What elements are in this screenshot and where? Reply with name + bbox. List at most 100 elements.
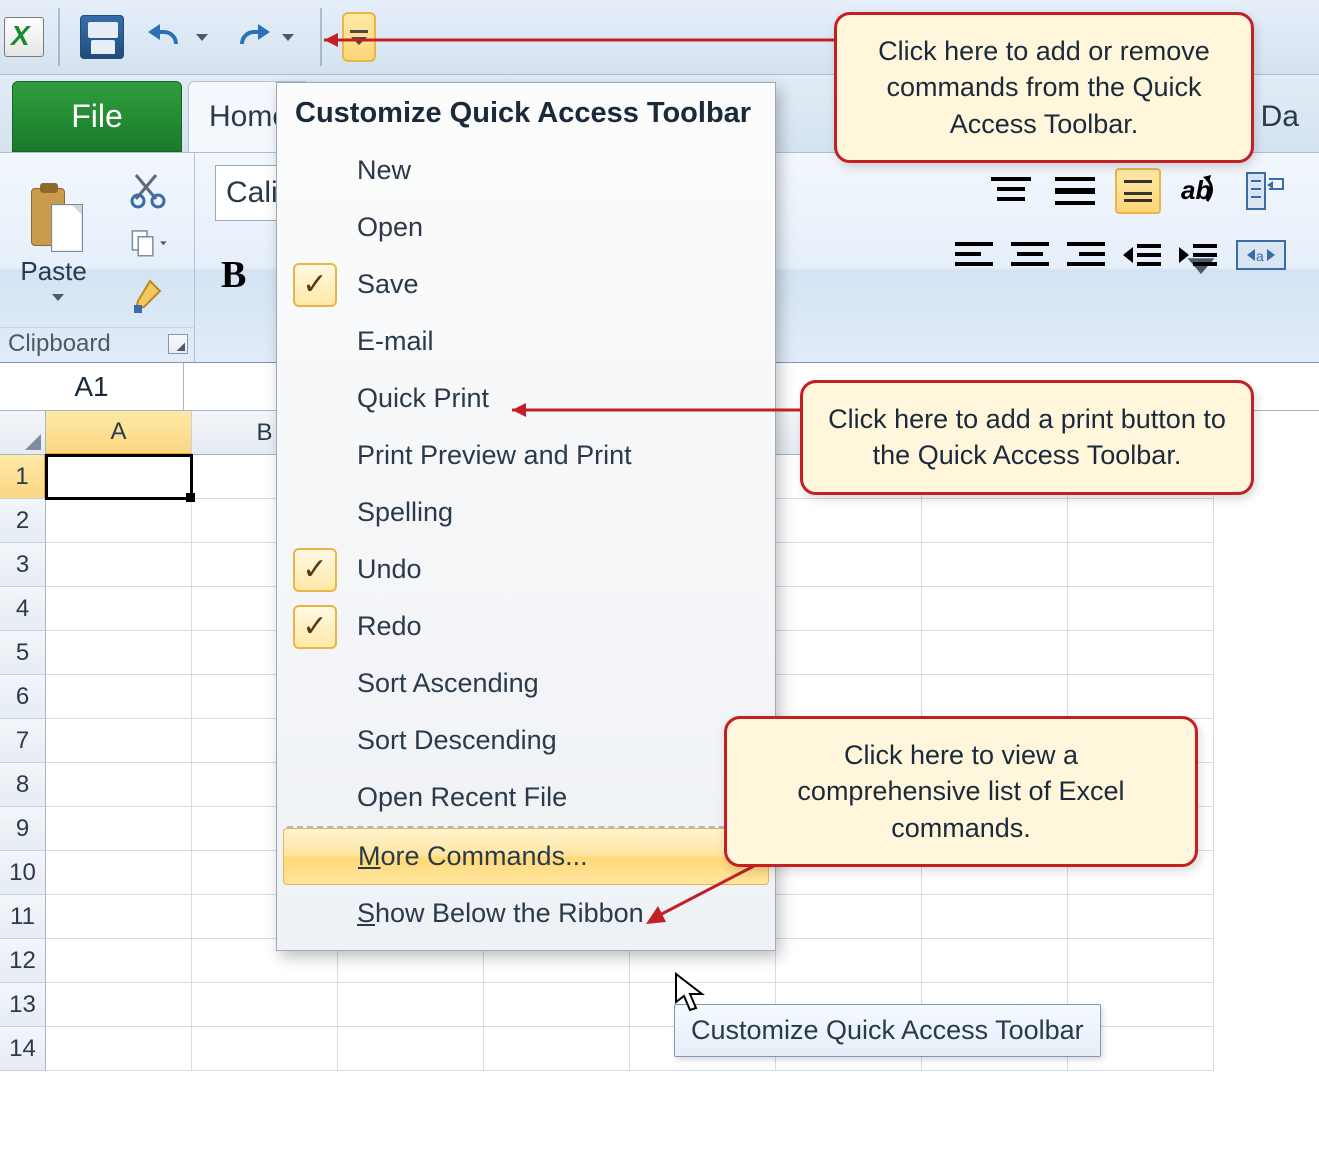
align-bottom-button-active[interactable] (1115, 168, 1161, 214)
cell[interactable] (192, 983, 338, 1027)
cut-button[interactable] (128, 169, 168, 209)
dropdown-item[interactable]: Print Preview and Print (277, 427, 775, 484)
dropdown-item[interactable]: ✓Redo (277, 598, 775, 655)
row-header[interactable]: 12 (0, 939, 46, 983)
cell[interactable] (46, 939, 192, 983)
cell[interactable] (1068, 675, 1214, 719)
row-header[interactable]: 8 (0, 763, 46, 807)
dialog-launcher-icon[interactable] (168, 334, 188, 354)
cell[interactable] (776, 587, 922, 631)
increase-indent-button[interactable] (1177, 238, 1219, 272)
cell[interactable] (922, 675, 1068, 719)
align-right-button[interactable] (1065, 238, 1107, 272)
cell[interactable] (46, 675, 192, 719)
cell[interactable] (46, 983, 192, 1027)
qat-undo-button[interactable] (140, 18, 216, 56)
name-box[interactable]: A1 (0, 363, 184, 410)
cell[interactable] (338, 1027, 484, 1071)
cell[interactable] (46, 895, 192, 939)
row-header[interactable]: 14 (0, 1027, 46, 1071)
qat-save-button[interactable] (74, 11, 130, 63)
cell[interactable] (46, 455, 192, 499)
dropdown-item[interactable]: Sort Descending (277, 712, 775, 769)
align-left-button[interactable] (953, 238, 995, 272)
bar-icon (350, 30, 368, 33)
dropdown-title: Customize Quick Access Toolbar (277, 83, 775, 142)
row-header[interactable]: 13 (0, 983, 46, 1027)
dropdown-item[interactable]: Spelling (277, 484, 775, 541)
paste-icon (25, 182, 83, 252)
file-tab[interactable]: File (12, 81, 182, 152)
check-icon: ✓ (293, 263, 337, 307)
cell[interactable] (1068, 631, 1214, 675)
row-header[interactable]: 3 (0, 543, 46, 587)
cell[interactable] (46, 807, 192, 851)
format-painter-button[interactable] (128, 277, 168, 317)
row-header[interactable]: 2 (0, 499, 46, 543)
select-all-corner[interactable] (0, 411, 46, 455)
check-icon: ✓ (293, 605, 337, 649)
row-header[interactable]: 7 (0, 719, 46, 763)
dropdown-item[interactable]: New (277, 142, 775, 199)
cell[interactable] (776, 895, 922, 939)
row-header[interactable]: 10 (0, 851, 46, 895)
dropdown-item[interactable]: Quick Print (277, 370, 775, 427)
cell[interactable] (46, 719, 192, 763)
cell[interactable] (922, 543, 1068, 587)
cell[interactable] (484, 983, 630, 1027)
cell[interactable] (192, 1027, 338, 1071)
dropdown-item[interactable]: Open (277, 199, 775, 256)
merge-center-button[interactable]: a (1233, 233, 1289, 277)
orientation-button[interactable]: ab (1177, 173, 1225, 209)
cell[interactable] (338, 983, 484, 1027)
cell[interactable] (922, 895, 1068, 939)
dropdown-item-more-commands[interactable]: More Commands... (283, 828, 769, 885)
cell[interactable] (1068, 499, 1214, 543)
column-header[interactable]: A (46, 411, 192, 455)
cell[interactable] (776, 675, 922, 719)
cell[interactable] (922, 939, 1068, 983)
dropdown-item[interactable]: E-mail (277, 313, 775, 370)
cell[interactable] (1068, 543, 1214, 587)
qat-redo-button[interactable] (226, 18, 302, 56)
cell[interactable] (46, 543, 192, 587)
row-header[interactable]: 1 (0, 455, 46, 499)
dropdown-item[interactable]: ✓ Save (277, 256, 775, 313)
row-header[interactable]: 11 (0, 895, 46, 939)
row-header[interactable]: 6 (0, 675, 46, 719)
cell[interactable] (46, 587, 192, 631)
cell[interactable] (922, 499, 1068, 543)
cell[interactable] (1068, 895, 1214, 939)
dropdown-item-label: Save (357, 269, 419, 300)
align-top-button[interactable] (987, 173, 1035, 209)
customize-qat-button[interactable] (342, 12, 376, 62)
dropdown-item-show-below-ribbon[interactable]: Show Below the Ribbon (277, 885, 775, 942)
cell[interactable] (776, 939, 922, 983)
cell[interactable] (776, 499, 922, 543)
cell[interactable] (1068, 587, 1214, 631)
copy-button[interactable] (128, 223, 168, 263)
align-middle-button[interactable] (1051, 173, 1099, 209)
align-center-button[interactable] (1009, 238, 1051, 272)
decrease-indent-button[interactable] (1121, 238, 1163, 272)
cell[interactable] (46, 851, 192, 895)
dropdown-item-label: Print Preview and Print (357, 440, 632, 471)
cell[interactable] (46, 763, 192, 807)
dropdown-item[interactable]: ✓Undo (277, 541, 775, 598)
paste-button[interactable]: Paste (20, 182, 87, 305)
cell[interactable] (922, 587, 1068, 631)
cell[interactable] (1068, 939, 1214, 983)
dropdown-item[interactable]: Sort Ascending (277, 655, 775, 712)
cell[interactable] (922, 631, 1068, 675)
cell[interactable] (776, 543, 922, 587)
dropdown-item[interactable]: Open Recent File (277, 769, 775, 826)
row-header[interactable]: 9 (0, 807, 46, 851)
cell[interactable] (46, 631, 192, 675)
cell[interactable] (46, 1027, 192, 1071)
wrap-text-button[interactable] (1241, 167, 1289, 215)
row-header[interactable]: 5 (0, 631, 46, 675)
cell[interactable] (46, 499, 192, 543)
cell[interactable] (484, 1027, 630, 1071)
row-header[interactable]: 4 (0, 587, 46, 631)
cell[interactable] (776, 631, 922, 675)
